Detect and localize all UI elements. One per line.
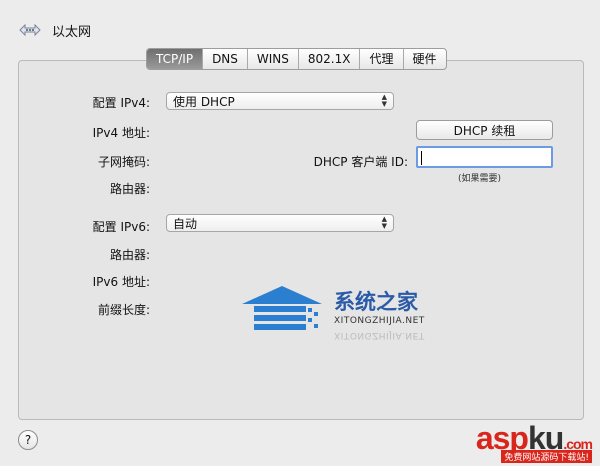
dhcp-client-id-label: DHCP 客户端 ID: bbox=[313, 155, 408, 169]
ipv4-router-label: 路由器: bbox=[109, 182, 150, 196]
ipv4-address-label: IPv4 地址: bbox=[92, 126, 150, 140]
select-arrows-icon: ▲ ▼ bbox=[381, 215, 387, 230]
tab-8021x[interactable]: 802.1X bbox=[299, 49, 361, 69]
tab-dns[interactable]: DNS bbox=[203, 49, 248, 69]
network-arrows-icon bbox=[18, 19, 42, 41]
watermark-subtext: XITONGZHIJIA.NET bbox=[334, 316, 425, 326]
aspku-watermark: aspku.com 免费网站源码下载站! bbox=[422, 420, 593, 463]
help-button[interactable]: ? bbox=[18, 430, 38, 450]
select-arrows-icon: ▲ ▼ bbox=[381, 93, 387, 108]
watermark-reflection: XITONGZHIJIA.NET bbox=[334, 330, 425, 340]
configure-ipv6-select[interactable]: 自动 ▲ ▼ bbox=[166, 214, 394, 232]
configure-ipv4-select[interactable]: 使用 DHCP ▲ ▼ bbox=[166, 92, 394, 110]
subnet-mask-label: 子网掩码: bbox=[97, 155, 150, 169]
configure-ipv4-label: 配置 IPv4: bbox=[92, 96, 150, 110]
prefix-length-label: 前缀长度: bbox=[97, 303, 150, 317]
dhcp-client-id-input[interactable] bbox=[416, 146, 553, 168]
configure-ipv4-value: 使用 DHCP bbox=[173, 94, 235, 109]
dhcp-client-id-hint: (如果需要) bbox=[458, 174, 502, 184]
settings-panel bbox=[18, 60, 584, 420]
aspku-slogan: 免费网站源码下载站! bbox=[501, 450, 592, 463]
watermark-text: 系统之家 bbox=[334, 290, 418, 314]
text-caret bbox=[421, 151, 422, 165]
house-logo-icon bbox=[242, 286, 322, 330]
window-header: 以太网 bbox=[18, 18, 91, 42]
tab-hardware[interactable]: 硬件 bbox=[404, 49, 446, 69]
ipv6-address-label: IPv6 地址: bbox=[92, 275, 150, 289]
page-title: 以太网 bbox=[52, 24, 92, 40]
tab-tcpip[interactable]: TCP/IP bbox=[147, 49, 204, 69]
configure-ipv6-label: 配置 IPv6: bbox=[92, 220, 150, 234]
tab-proxy[interactable]: 代理 bbox=[360, 49, 404, 69]
site-watermark-logo: 系统之家 XITONGZHIJIA.NET XITONGZHIJIA.NET bbox=[238, 282, 468, 354]
dhcp-renew-button[interactable]: DHCP 续租 bbox=[416, 120, 553, 140]
ipv6-router-label: 路由器: bbox=[109, 248, 150, 262]
tab-bar: TCP/IP DNS WINS 802.1X 代理 硬件 bbox=[146, 48, 447, 70]
tab-wins[interactable]: WINS bbox=[248, 49, 299, 69]
configure-ipv6-value: 自动 bbox=[173, 216, 198, 231]
